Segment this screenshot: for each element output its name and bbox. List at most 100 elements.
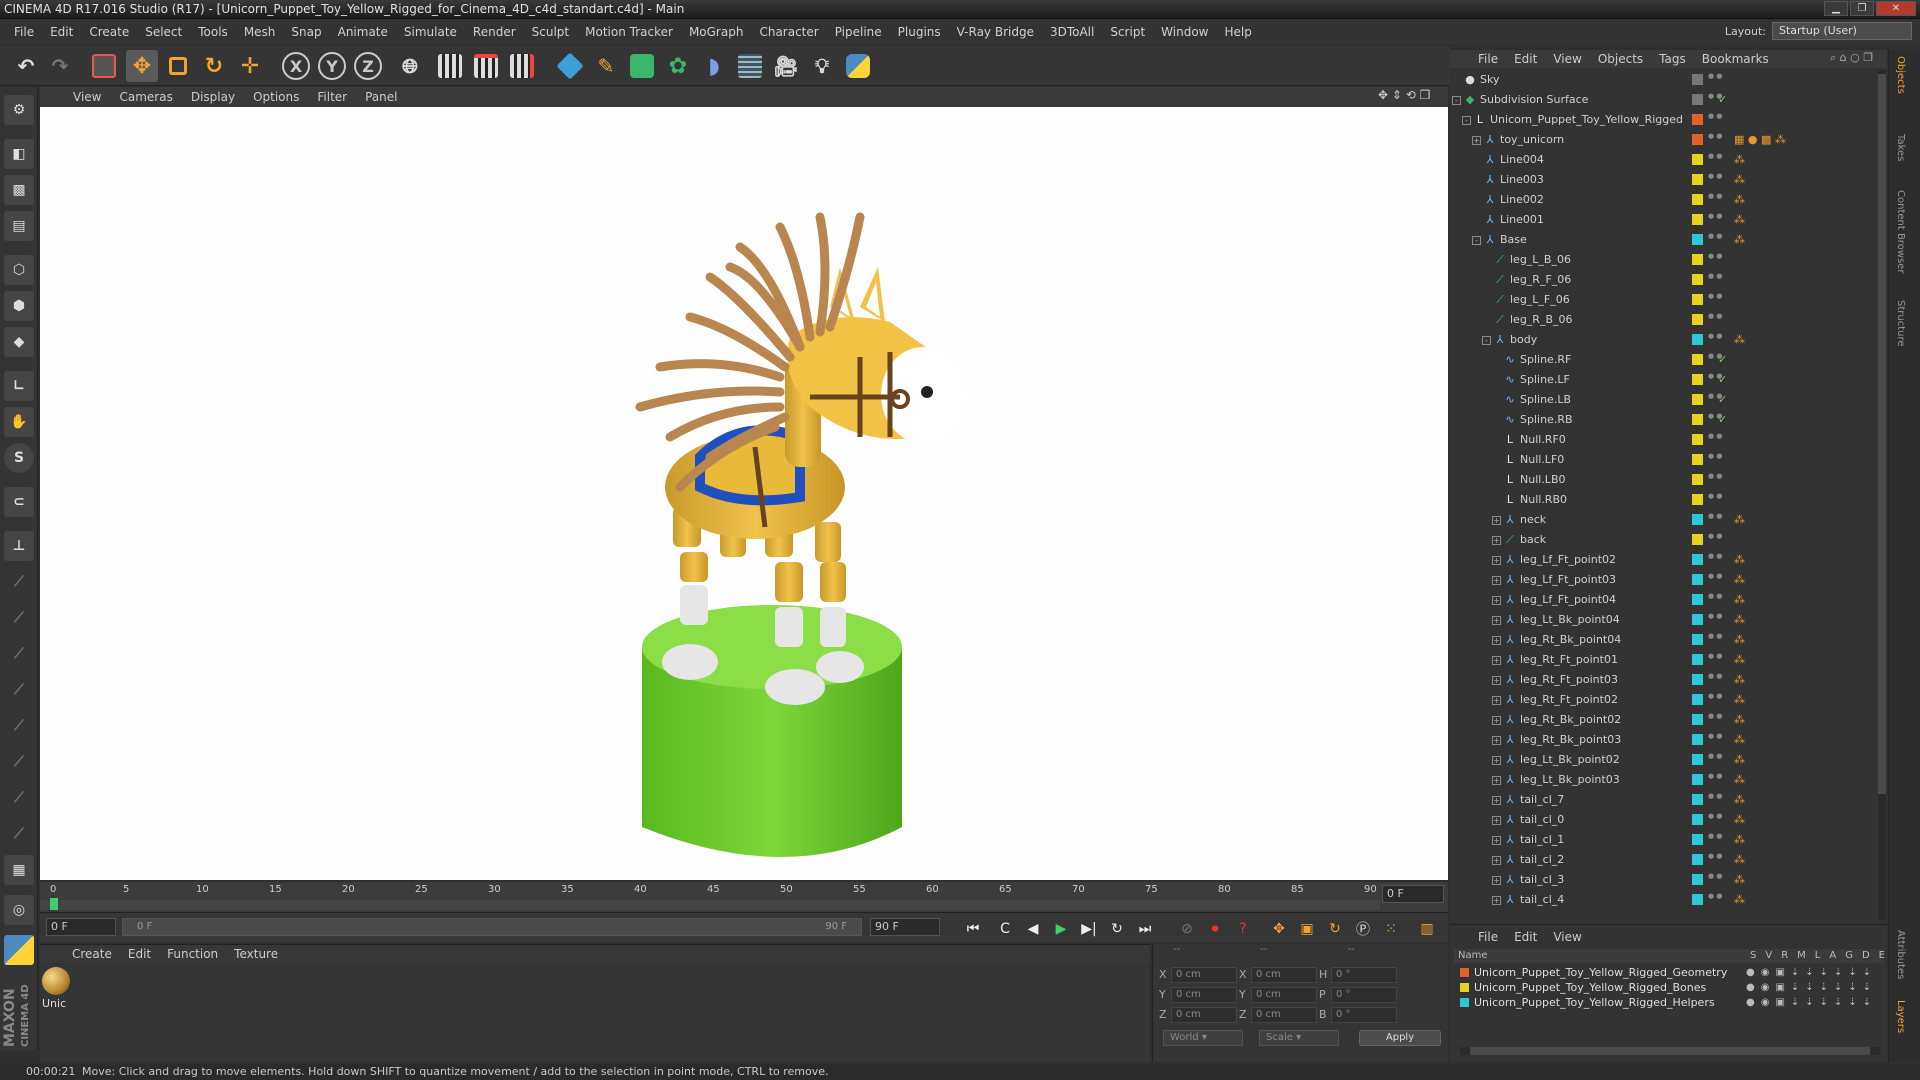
layer-color-swatch[interactable]: [1692, 474, 1703, 485]
object-row[interactable]: + ⅄ leg_Rt_Ft_point03 ● ● ⁂: [1452, 670, 1886, 690]
maximize-button[interactable]: ❐: [1850, 1, 1874, 16]
sculpt-tool-3-icon[interactable]: ⟋: [4, 639, 34, 669]
visibility-dots-icon[interactable]: ● ●: [1708, 392, 1722, 400]
layer-color-swatch[interactable]: [1692, 594, 1703, 605]
visibility-dots-icon[interactable]: ● ●: [1708, 132, 1722, 140]
viewport-nav-icons[interactable]: ✥ ⇕ ⟲ ❐: [1378, 88, 1444, 106]
object-tags-icon[interactable]: ⁂: [1734, 210, 1745, 230]
key-position-icon[interactable]: ✥: [1266, 917, 1292, 941]
object-tags-icon[interactable]: ⁂: [1734, 610, 1745, 630]
object-row[interactable]: + ⅄ leg_Rt_Bk_point03 ● ● ⁂: [1452, 730, 1886, 750]
expand-icon[interactable]: +: [1492, 516, 1501, 525]
object-row[interactable]: + ⅄ tail_cl_7 ● ● ⁂: [1452, 790, 1886, 810]
visibility-dots-icon[interactable]: ● ●: [1708, 652, 1722, 660]
object-row[interactable]: + ⅄ neck ● ● ⁂: [1452, 510, 1886, 530]
object-row[interactable]: - L Unicorn_Puppet_Toy_Yellow_Rigged ● ●: [1452, 110, 1886, 130]
subdivision-icon[interactable]: [626, 50, 658, 82]
scale-icon[interactable]: [162, 50, 194, 82]
collapse-icon[interactable]: -: [1452, 96, 1461, 105]
prev-key-icon[interactable]: C: [992, 917, 1018, 941]
play-icon[interactable]: ▶: [1048, 917, 1074, 941]
layer-color-swatch[interactable]: [1692, 354, 1703, 365]
layer-color-swatch[interactable]: [1692, 114, 1703, 125]
object-tags-icon[interactable]: ⁂: [1734, 870, 1745, 890]
object-row[interactable]: + ⅄ tail_cl_0 ● ● ⁂: [1452, 810, 1886, 830]
visibility-dots-icon[interactable]: ● ●: [1708, 372, 1722, 380]
layer-color-swatch[interactable]: [1692, 814, 1703, 825]
texture-mode-icon[interactable]: ▩: [4, 175, 34, 205]
viewport[interactable]: [40, 107, 1448, 880]
render-view-icon[interactable]: [434, 50, 466, 82]
expand-icon[interactable]: +: [1492, 676, 1501, 685]
layer-column-r[interactable]: R: [1781, 949, 1788, 963]
expand-icon[interactable]: +: [1492, 896, 1501, 905]
menu-render[interactable]: Render: [465, 20, 524, 44]
visibility-dots-icon[interactable]: ● ●: [1708, 712, 1722, 720]
visibility-dots-icon[interactable]: ● ●: [1708, 892, 1722, 900]
enabled-check-icon[interactable]: ✓: [1718, 390, 1727, 410]
layer-color-swatch[interactable]: [1692, 254, 1703, 265]
go-to-end-icon[interactable]: ⏭: [1132, 917, 1158, 941]
expand-icon[interactable]: +: [1492, 716, 1501, 725]
layer-color-swatch[interactable]: [1460, 983, 1469, 992]
layer-column-v[interactable]: V: [1765, 949, 1772, 963]
layer-row[interactable]: Unicorn_Puppet_Toy_Yellow_Rigged_Bones ●◉…: [1456, 980, 1884, 995]
menu-mesh[interactable]: Mesh: [236, 20, 284, 44]
visibility-dots-icon[interactable]: ● ●: [1708, 732, 1722, 740]
quantize-icon[interactable]: ⊥: [4, 531, 34, 561]
visibility-dots-icon[interactable]: ● ●: [1708, 232, 1722, 240]
object-row[interactable]: ∿ Spline.RB ● ● ✓: [1452, 410, 1886, 430]
layer-color-swatch[interactable]: [1692, 514, 1703, 525]
side-tab-takes[interactable]: Takes: [1895, 134, 1906, 161]
menu-snap[interactable]: Snap: [283, 20, 329, 44]
menu-script[interactable]: Script: [1102, 20, 1153, 44]
layer-color-swatch[interactable]: [1692, 314, 1703, 325]
model-mode-icon[interactable]: ◧: [4, 139, 34, 169]
visibility-dots-icon[interactable]: ● ●: [1708, 532, 1722, 540]
menu-plugins[interactable]: Plugins: [890, 20, 949, 44]
visibility-dots-icon[interactable]: ● ●: [1708, 832, 1722, 840]
visibility-dots-icon[interactable]: ● ●: [1708, 492, 1722, 500]
object-row[interactable]: + ⅄ leg_Lf_Ft_point03 ● ● ⁂: [1452, 570, 1886, 590]
layer-color-swatch[interactable]: [1692, 194, 1703, 205]
coordinate-system-icon[interactable]: 🌐︎: [394, 50, 426, 82]
viewport-menu-options[interactable]: Options: [244, 90, 308, 104]
sculpt-tool-7-icon[interactable]: ⟋: [4, 783, 34, 813]
snap-icon[interactable]: S: [4, 443, 34, 473]
sculpt-tool-1-icon[interactable]: ⟋: [4, 567, 34, 597]
expand-icon[interactable]: +: [1492, 756, 1501, 765]
object-row[interactable]: ⟋ leg_L_B_06 ● ●: [1452, 250, 1886, 270]
transform-icon[interactable]: ✛: [234, 50, 266, 82]
visibility-dots-icon[interactable]: ● ●: [1708, 552, 1722, 560]
layer-color-swatch[interactable]: [1692, 294, 1703, 305]
expand-icon[interactable]: +: [1492, 576, 1501, 585]
object-row[interactable]: + ⅄ tail_cl_3 ● ● ⁂: [1452, 870, 1886, 890]
menu-edit[interactable]: Edit: [42, 20, 81, 44]
object-row[interactable]: + ⅄ leg_Lf_Ft_point04 ● ● ⁂: [1452, 590, 1886, 610]
collapse-icon[interactable]: -: [1472, 236, 1481, 245]
expand-icon[interactable]: +: [1492, 816, 1501, 825]
layout-select[interactable]: Startup (User): [1772, 22, 1912, 40]
object-tags-icon[interactable]: ▦ ● ▩ ⁂: [1734, 130, 1786, 150]
menu-window[interactable]: Window: [1153, 20, 1216, 44]
layer-menu-file[interactable]: File: [1470, 930, 1506, 944]
expand-icon[interactable]: +: [1492, 836, 1501, 845]
object-tags-icon[interactable]: ⁂: [1734, 650, 1745, 670]
object-row[interactable]: + ⅄ leg_Rt_Bk_point04 ● ● ⁂: [1452, 630, 1886, 650]
layer-scrollbar[interactable]: [1460, 1047, 1880, 1055]
prev-frame-icon[interactable]: ◀: [1020, 917, 1046, 941]
pen-spline-icon[interactable]: ✎: [590, 50, 622, 82]
layer-color-swatch[interactable]: [1692, 374, 1703, 385]
side-tab-layers[interactable]: Layers: [1895, 1000, 1906, 1033]
object-tags-icon[interactable]: ⁂: [1734, 590, 1745, 610]
object-tags-icon[interactable]: ⁂: [1734, 750, 1745, 770]
layer-color-swatch[interactable]: [1692, 894, 1703, 905]
undo-button[interactable]: ↶: [10, 50, 42, 82]
menu-mograph[interactable]: MoGraph: [681, 20, 752, 44]
object-row[interactable]: + ⅄ leg_Lt_Bk_point04 ● ● ⁂: [1452, 610, 1886, 630]
light-icon[interactable]: 💡︎: [806, 50, 838, 82]
menu-animate[interactable]: Animate: [330, 20, 396, 44]
visibility-dots-icon[interactable]: ● ●: [1708, 472, 1722, 480]
timeline-end-field[interactable]: 0 F: [1382, 885, 1444, 903]
visibility-dots-icon[interactable]: ● ●: [1708, 292, 1722, 300]
